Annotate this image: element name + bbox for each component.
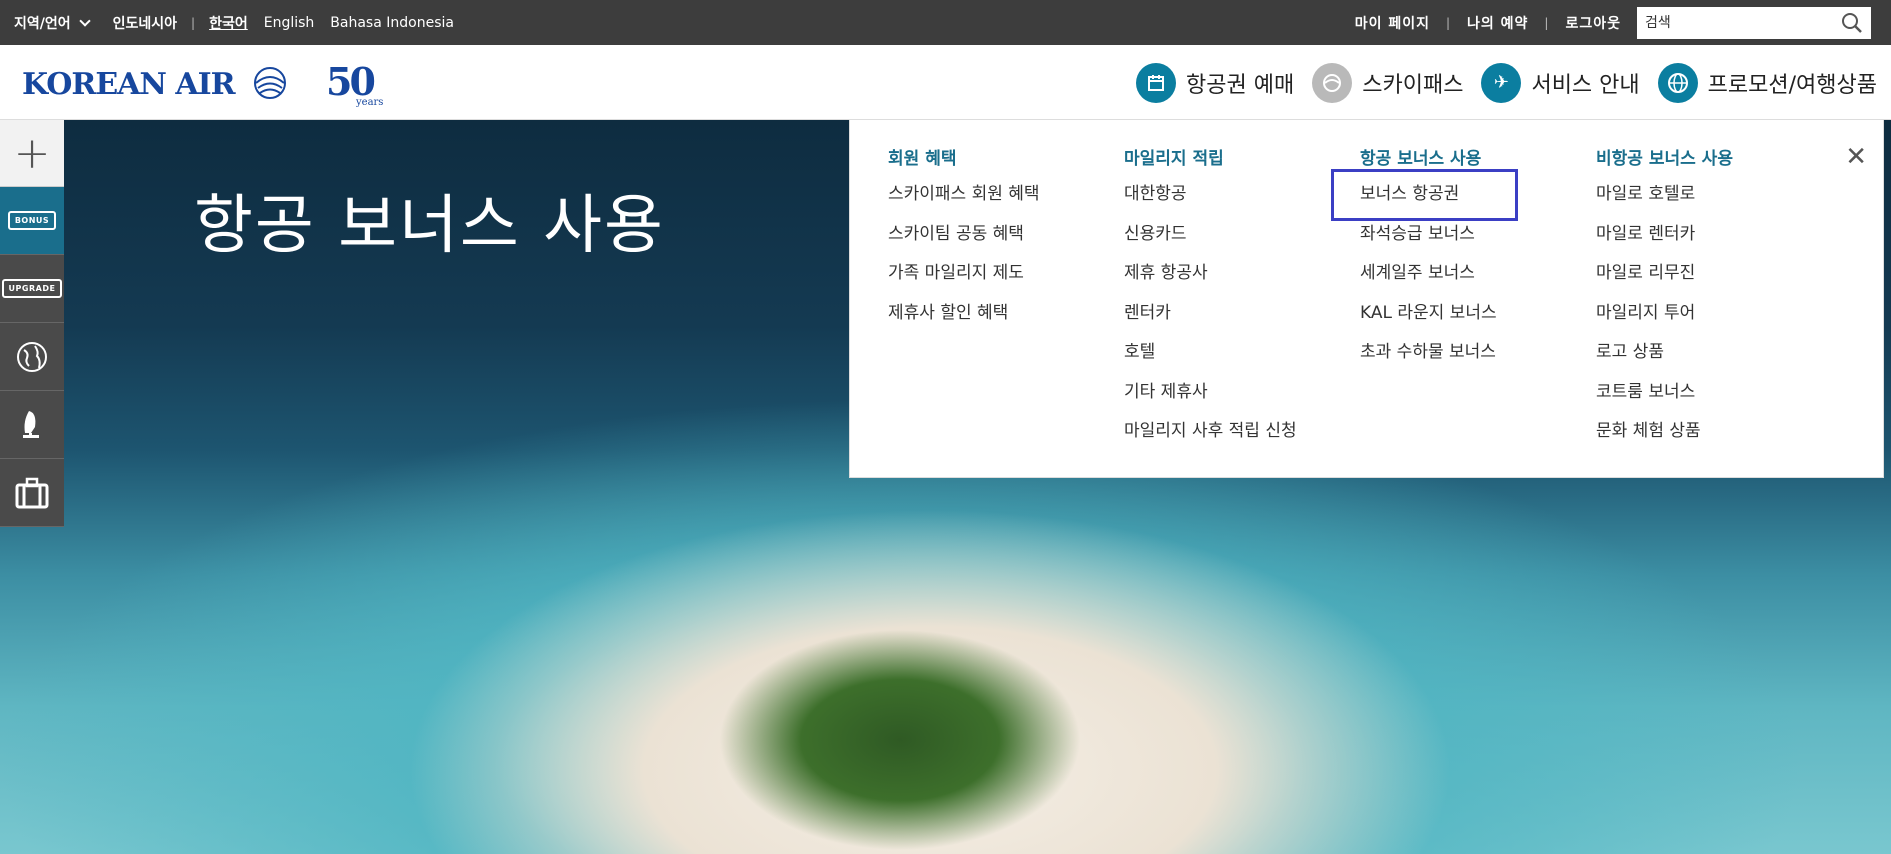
menu-link[interactable]: 호텔 [1124,333,1297,373]
language-option-bahasa[interactable]: Bahasa Indonesia [330,15,454,31]
divider: | [1544,15,1550,30]
nav-label: 프로모션/여행상품 [1707,72,1877,98]
airplane-icon: ✈ [1481,62,1522,103]
region-language-label: 지역/언어 [14,15,71,32]
anniversary-unit: years [356,97,384,108]
menu-column-member-benefits: 회원 혜택 스카이패스 회원 혜택 스카이팀 공동 혜택 가족 마일리지 제도 … [888,144,1040,333]
nav-skypass[interactable]: 스카이패스 [1312,62,1464,103]
chevron-down-icon [78,14,91,27]
menu-column-title[interactable]: 비항공 보너스 사용 [1596,144,1733,169]
upgrade-ticket-icon: UPGRADE [1,279,63,298]
menu-link[interactable]: KAL 라운지 보너스 [1360,294,1497,334]
seat-icon [23,410,39,438]
menu-link[interactable]: 가족 마일리지 제도 [888,254,1040,294]
sidebar-item-world[interactable] [0,323,64,391]
menu-link[interactable]: 초과 수하물 보너스 [1360,333,1497,373]
utility-bar: 지역/언어 인도네시아 | 한국어 English Bahasa Indones… [0,0,1891,45]
menu-column-air-bonus: 항공 보너스 사용 보너스 항공권 좌석승급 보너스 세계일주 보너스 KAL … [1360,144,1497,373]
menu-link[interactable]: 스카이팀 공동 혜택 [888,215,1040,255]
search-icon[interactable] [1841,12,1863,34]
menu-link[interactable]: 마일로 리무진 [1596,254,1733,294]
divider: | [191,15,196,30]
menu-link[interactable]: 세계일주 보너스 [1360,254,1497,294]
nav-ticket-booking[interactable]: 항공권 예매 [1136,62,1295,103]
nav-label: 서비스 안내 [1531,72,1640,98]
menu-link-bonus-ticket[interactable]: 보너스 항공권 [1360,175,1497,215]
nav-label: 항공권 예매 [1186,72,1295,98]
bonus-ticket-icon: BONUS [7,211,57,230]
menu-link[interactable]: 마일로 렌터카 [1596,215,1733,255]
skypass-icon [1312,62,1353,103]
divider: | [1445,15,1452,30]
calendar-icon [1136,62,1177,103]
menu-link[interactable]: 마일리지 사후 적립 신청 [1124,412,1297,452]
close-icon[interactable]: ✕ [1845,142,1867,172]
region-language-dropdown[interactable]: 지역/언어 [14,13,91,33]
luggage-icon [15,477,49,508]
nav-service-info[interactable]: ✈ 서비스 안내 [1481,62,1640,103]
my-page-link[interactable]: 마이 페이지 [1355,13,1430,33]
menu-link[interactable]: 로고 상품 [1596,333,1733,373]
sidebar-item-upgrade[interactable]: UPGRADE [0,255,64,323]
search-input[interactable] [1645,14,1841,31]
search-box [1637,6,1871,39]
menu-link[interactable]: 마일로 호텔로 [1596,175,1733,215]
korean-air-logo[interactable]: KOREAN AIR [22,67,236,102]
menu-column-title[interactable]: 회원 혜택 [888,144,1040,169]
50-years-logo: 50 years [326,59,383,108]
menu-link[interactable]: 문화 체험 상품 [1596,412,1733,452]
sidebar-item-bonus[interactable]: BONUS [0,187,64,255]
nav-label: 스카이패스 [1362,72,1464,98]
globe-icon [17,341,47,372]
menu-column-non-air-bonus: 비항공 보너스 사용 마일로 호텔로 마일로 렌터카 마일로 리무진 마일리지 … [1596,144,1733,452]
menu-link[interactable]: 제휴사 할인 혜택 [888,294,1040,334]
menu-link[interactable]: 렌터카 [1124,294,1297,334]
menu-link[interactable]: 기타 제휴사 [1124,373,1297,413]
quick-sidebar: + BONUS UPGRADE [0,120,64,527]
main-navigation: 항공권 예매 스카이패스 ✈ 서비스 안내 프로모션/여행상품 [1118,45,1877,120]
page-title: 항공 보너스 사용 [194,189,665,263]
menu-link[interactable]: 제휴 항공사 [1124,254,1297,294]
plus-icon[interactable]: + [0,120,64,187]
menu-column-mileage-earning: 마일리지 적립 대한항공 신용카드 제휴 항공사 렌터카 호텔 기타 제휴사 마… [1124,144,1297,452]
language-option-english[interactable]: English [264,15,315,31]
menu-link[interactable]: 스카이패스 회원 혜택 [888,175,1040,215]
language-option-korean[interactable]: 한국어 [209,13,248,33]
menu-column-title[interactable]: 항공 보너스 사용 [1360,144,1497,169]
menu-link[interactable]: 대한항공 [1124,175,1297,215]
menu-link[interactable]: 코트룸 보너스 [1596,373,1733,413]
menu-link[interactable]: 마일리지 투어 [1596,294,1733,334]
menu-column-title[interactable]: 마일리지 적립 [1124,144,1297,169]
globe-icon [1657,62,1698,103]
main-header: KOREAN AIR 50 years 항공권 예매 스카이패스 ✈ 서비스 안… [0,45,1891,120]
my-reservation-link[interactable]: 나의 예약 [1467,13,1528,33]
sidebar-item-baggage[interactable] [0,459,64,527]
account-links: 마이 페이지 | 나의 예약 | 로그아웃 [1355,0,1871,45]
language-selector: 지역/언어 인도네시아 | 한국어 English Bahasa Indones… [14,0,454,45]
skyteam-emblem-icon [254,67,286,99]
menu-link[interactable]: 좌석승급 보너스 [1360,215,1497,255]
logout-link[interactable]: 로그아웃 [1565,13,1621,33]
language-option-indonesia[interactable]: 인도네시아 [113,13,177,33]
skypass-mega-menu: 회원 혜택 스카이패스 회원 혜택 스카이팀 공동 혜택 가족 마일리지 제도 … [849,120,1884,478]
menu-link[interactable]: 신용카드 [1124,215,1297,255]
sidebar-item-lounge[interactable] [0,391,64,459]
nav-promotions[interactable]: 프로모션/여행상품 [1657,62,1877,103]
